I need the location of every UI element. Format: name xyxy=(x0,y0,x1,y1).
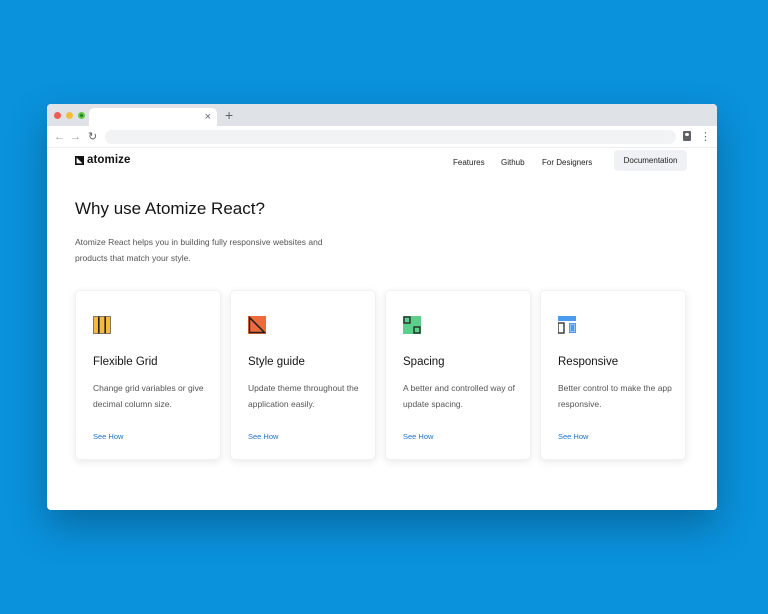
browser-toolbar: ← → ↻ ⋮ xyxy=(47,126,717,148)
close-window-button[interactable] xyxy=(54,112,61,119)
card-description: Better control to make the app responsiv… xyxy=(558,383,672,409)
nav-for-designers[interactable]: For Designers xyxy=(542,158,592,167)
nav-github[interactable]: Github xyxy=(501,158,525,167)
see-how-link[interactable]: See How xyxy=(558,432,588,441)
spacing-icon xyxy=(403,316,421,334)
responsive-icon xyxy=(558,316,576,334)
logo-text: atomize xyxy=(87,154,131,166)
card-description: Update theme throughout the application … xyxy=(248,383,359,409)
reload-icon[interactable]: ↻ xyxy=(88,129,97,145)
documentation-button[interactable]: Documentation xyxy=(614,150,687,171)
minimize-window-button[interactable] xyxy=(66,112,73,119)
close-icon[interactable]: × xyxy=(205,109,211,125)
see-how-link[interactable]: See How xyxy=(248,432,278,441)
page-content: atomize Features Github For Designers Do… xyxy=(47,148,717,510)
kebab-menu-icon[interactable]: ⋮ xyxy=(700,129,711,145)
card-title: Style guide xyxy=(248,356,305,368)
see-how-link[interactable]: See How xyxy=(403,432,433,441)
feature-card-style-guide: Style guide Update theme throughout the … xyxy=(230,290,376,460)
arrow-left-icon[interactable]: ← xyxy=(54,129,65,145)
site-header: atomize Features Github For Designers Do… xyxy=(75,148,687,178)
feature-card-spacing: Spacing A better and controlled way of u… xyxy=(385,290,531,460)
style-guide-icon xyxy=(248,316,266,334)
card-title: Spacing xyxy=(403,356,445,368)
profile-icon[interactable] xyxy=(683,131,691,141)
nav-features[interactable]: Features xyxy=(453,158,485,167)
feature-cards: Flexible Grid Change grid variables or g… xyxy=(75,290,687,460)
page-title: Why use Atomize React? xyxy=(75,199,265,218)
address-bar[interactable] xyxy=(105,130,676,144)
see-how-link[interactable]: See How xyxy=(93,432,123,441)
browser-tab[interactable]: × xyxy=(89,108,217,126)
feature-card-responsive: Responsive Better control to make the ap… xyxy=(540,290,686,460)
atomize-logo-icon xyxy=(75,155,84,165)
grid-columns-icon xyxy=(93,316,111,334)
plus-icon[interactable]: + xyxy=(225,106,233,124)
arrow-right-icon[interactable]: → xyxy=(70,129,81,145)
browser-window: × + ← → ↻ ⋮ atomize Features Github For … xyxy=(47,104,717,510)
card-description: A better and controlled way of update sp… xyxy=(403,383,515,409)
feature-card-flexible-grid: Flexible Grid Change grid variables or g… xyxy=(75,290,221,460)
logo[interactable]: atomize xyxy=(75,154,131,166)
card-title: Flexible Grid xyxy=(93,356,158,368)
maximize-window-button[interactable] xyxy=(78,112,85,119)
intro-text: Atomize React helps you in building full… xyxy=(75,237,323,263)
card-title: Responsive xyxy=(558,356,619,368)
tab-bar: × + xyxy=(47,104,717,126)
card-description: Change grid variables or give decimal co… xyxy=(93,383,204,409)
